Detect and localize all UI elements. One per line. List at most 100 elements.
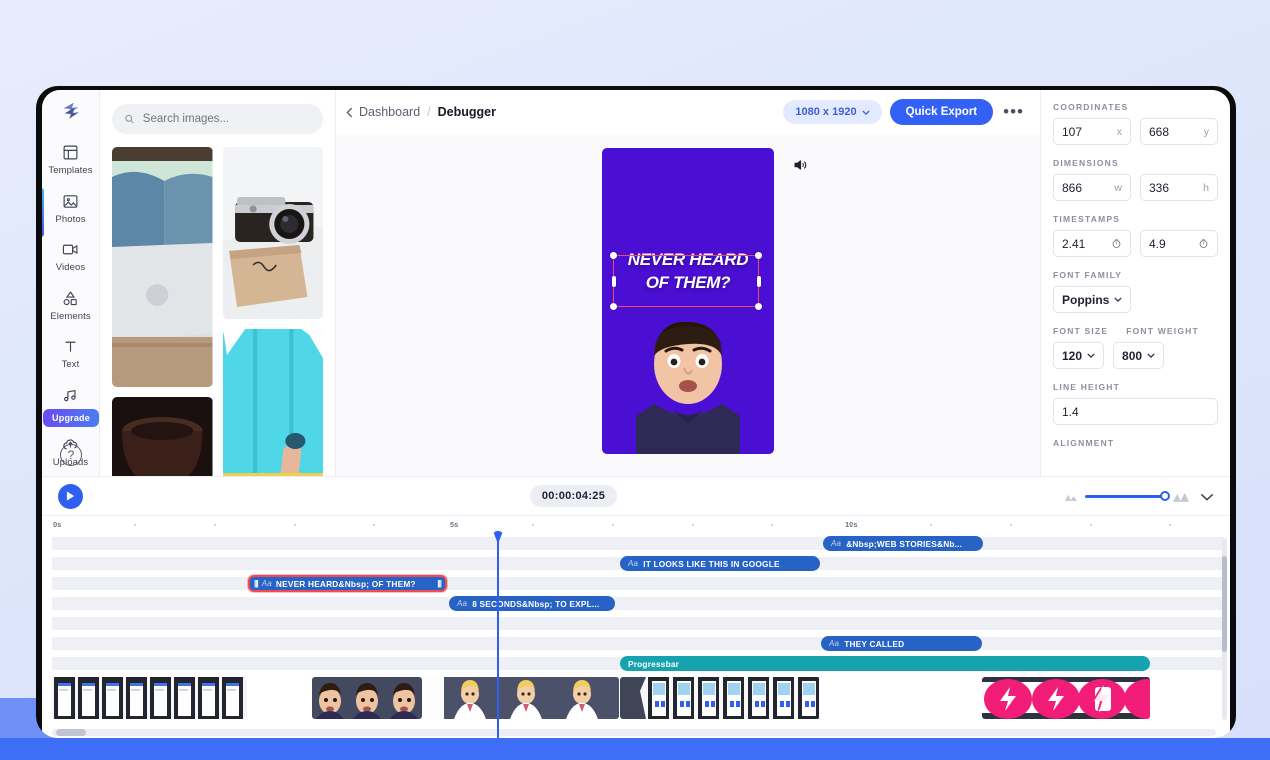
sidebar-item-photos[interactable]: Photos [42,184,100,233]
timeline-clip[interactable]: Progressbar [620,656,1150,671]
chevron-down-icon [1200,493,1214,501]
font-family-select[interactable]: Poppins [1053,286,1131,313]
x-value: 107 [1062,125,1117,139]
resize-handle-bottom-left[interactable] [610,303,617,310]
zoom-in-icon[interactable] [1172,491,1190,502]
resize-handle-top-left[interactable] [610,252,617,259]
timeline-track-row[interactable] [52,617,1224,630]
zoom-out-icon[interactable] [1064,492,1078,501]
timeline-vertical-scrollbar[interactable] [1222,538,1227,720]
sidebar-item-templates[interactable]: Templates [42,136,100,185]
play-button[interactable] [58,484,83,509]
brand-logo[interactable] [56,98,86,124]
start-timestamp-field[interactable]: 2.41 [1053,230,1131,257]
timeline-ruler[interactable]: 0s 5s 10s [42,516,1230,533]
sidebar-item-label: Videos [56,262,85,273]
x-coordinate-field[interactable]: 107 x [1053,118,1131,145]
current-timecode: 00:00:04:25 [530,485,617,507]
timeline-clip[interactable]: Aa THEY CALLED [821,636,982,651]
canvas-size-label: 1080 x 1920 [795,106,856,118]
end-timestamp-field[interactable]: 4.9 [1140,230,1218,257]
timeline-track-row[interactable] [52,597,1224,610]
thumb-camera-notebook [223,147,324,319]
video-track-segment[interactable] [426,677,619,719]
image-thumbnail[interactable] [112,397,213,476]
chevron-left-icon [346,107,353,118]
image-grid-column [223,147,324,476]
clip-type-icon: Aa [262,579,272,588]
timeline-clip-selected[interactable]: ||| Aa NEVER HEARD&Nbsp; OF THEM? ||| [248,575,447,592]
clip-trim-handle-right[interactable]: ||| [437,579,441,588]
clip-label: THEY CALLED [844,639,904,649]
font-weight-select[interactable]: 800 [1113,342,1164,369]
thumb-teal-wall [223,329,324,476]
image-grid-column [112,147,213,476]
video-track-segment[interactable] [312,677,422,719]
image-thumbnail[interactable] [223,329,324,476]
clip-type-icon: Aa [457,599,467,608]
zoom-slider-knob[interactable] [1160,491,1170,501]
media-library-panel [100,90,336,476]
video-track-segment[interactable] [52,677,247,719]
canvas-person-image [602,304,774,454]
timeline-tracks[interactable]: Aa &Nbsp;WEB STORIES&Nb... Aa IT LOOKS L… [42,533,1230,738]
video-track-segment[interactable] [982,677,1150,719]
timeline-horizontal-scrollbar[interactable] [52,729,1216,736]
font-weight-value: 800 [1122,349,1142,363]
y-value: 668 [1149,125,1204,139]
resize-handle-middle-right[interactable] [757,276,761,287]
stopwatch-icon[interactable] [1198,238,1209,249]
coordinates-row: 107 x 668 y [1053,118,1218,145]
y-coordinate-field[interactable]: 668 y [1140,118,1218,145]
lightning-logo [60,100,82,122]
ruler-tick-label: 0s [53,520,61,529]
canvas-size-selector[interactable]: 1080 x 1920 [783,100,881,124]
alignment-label: ALIGNMENT [1053,438,1218,448]
vertical-scrollbar-thumb[interactable] [1222,556,1227,652]
back-to-dashboard-link[interactable]: Dashboard [346,105,420,119]
line-height-row: 1.4 [1053,398,1218,425]
help-icon[interactable]: ? [60,444,82,466]
resize-handle-middle-left[interactable] [612,276,616,287]
selection-bounding-box[interactable] [613,255,759,307]
timeline-track-row[interactable] [52,537,1224,550]
font-size-select[interactable]: 120 [1053,342,1104,369]
clip-label: Progressbar [628,659,679,669]
timeline-clip[interactable]: Aa IT LOOKS LIKE THIS IN GOOGLE [620,556,820,571]
sidebar-item-elements[interactable]: Elements [42,281,100,330]
timeline-track-row[interactable] [52,577,1224,590]
video-track-segment[interactable] [620,677,820,719]
image-thumbnail[interactable] [223,147,324,319]
search-input[interactable] [143,113,311,125]
collapse-timeline-button[interactable] [1200,489,1214,504]
timeline-playhead[interactable] [497,533,499,738]
height-field[interactable]: 336 h [1140,174,1218,201]
editor-topbar: Dashboard / Debugger 1080 x 1920 Quick E… [336,90,1040,134]
sidebar-item-videos[interactable]: Videos [42,233,100,282]
search-box[interactable] [112,104,323,134]
search-icon [124,113,135,125]
timeline-track-row[interactable] [52,637,1224,650]
app-upper-area: Templates Photos Videos Elements [42,90,1230,476]
horizontal-scrollbar-thumb[interactable] [56,729,86,736]
line-height-field[interactable]: 1.4 [1053,398,1218,425]
timeline-clip[interactable]: Aa 8 SECONDS&Nbsp; TO EXPL... [449,596,615,611]
zoom-slider[interactable] [1085,495,1165,498]
width-field[interactable]: 866 w [1053,174,1131,201]
width-value: 866 [1062,181,1114,195]
more-options-icon[interactable]: ••• [1001,102,1026,122]
sidebar-item-text[interactable]: Text [42,330,100,379]
image-thumbnail[interactable] [112,147,213,387]
quick-export-button[interactable]: Quick Export [890,99,994,125]
stopwatch-icon[interactable] [1111,238,1122,249]
resize-handle-top-right[interactable] [755,252,762,259]
start-timestamp-value: 2.41 [1062,237,1111,251]
timeline-body[interactable]: 0s 5s 10s Aa &Nbsp;WEB STORIES& [42,515,1230,738]
timeline-clip[interactable]: Aa &Nbsp;WEB STORIES&Nb... [823,536,983,551]
font-size-label: FONT SIZE [1053,326,1108,336]
resize-handle-bottom-right[interactable] [755,303,762,310]
upgrade-button[interactable]: Upgrade [43,409,99,427]
clip-trim-handle-left[interactable]: ||| [254,579,258,588]
speaker-icon[interactable] [793,158,808,177]
breadcrumb-separator: / [427,105,430,119]
